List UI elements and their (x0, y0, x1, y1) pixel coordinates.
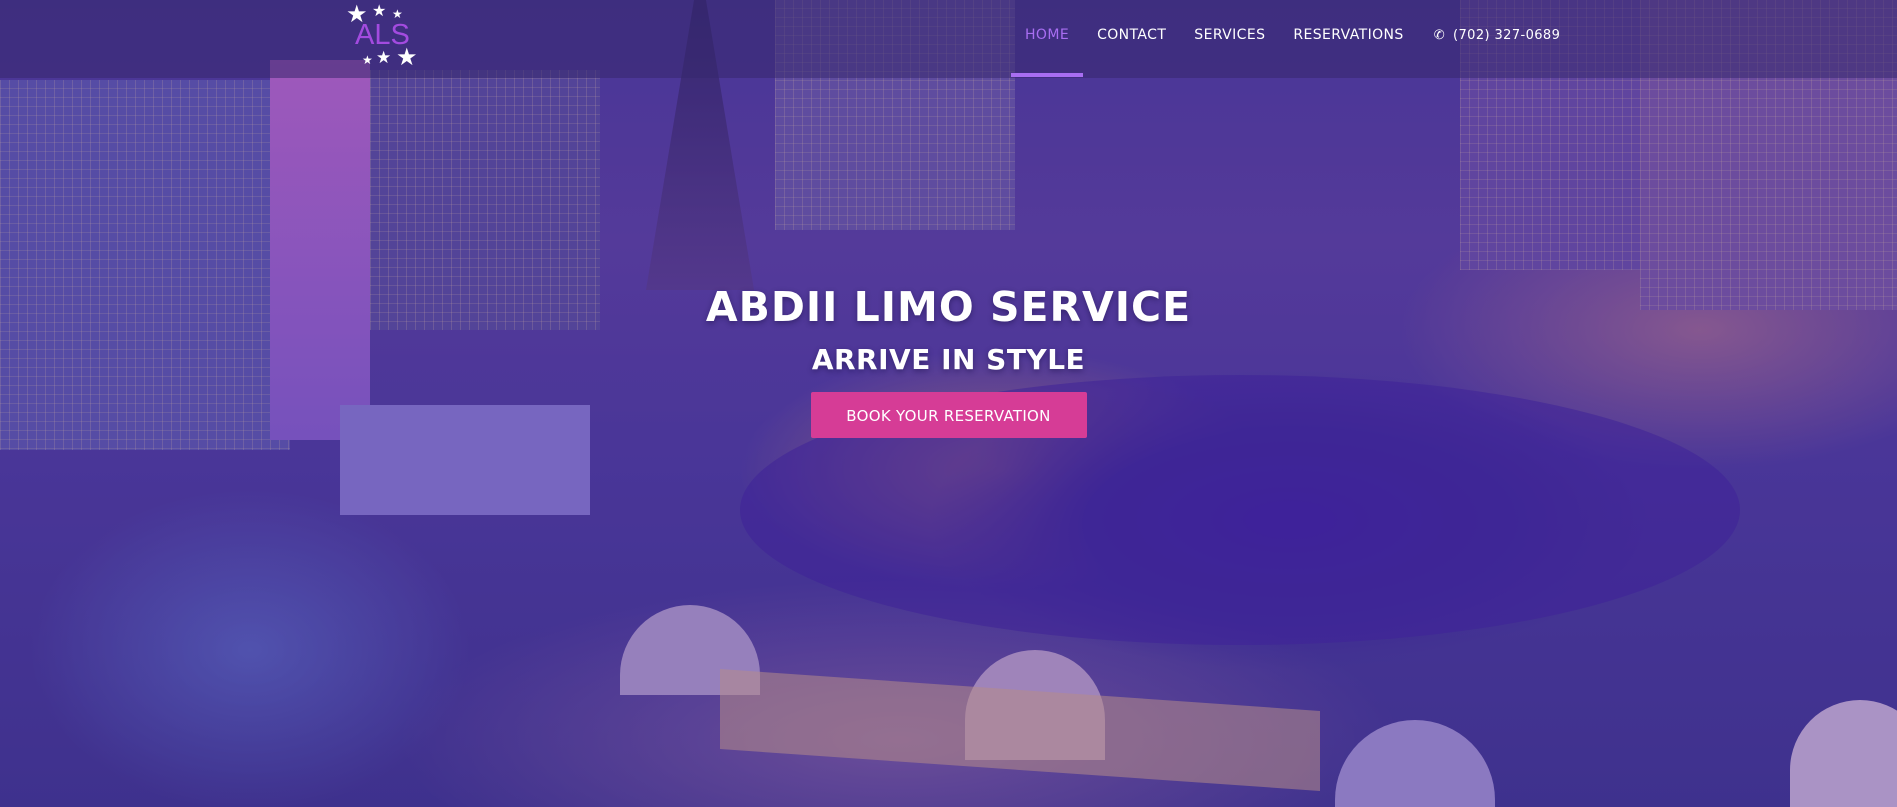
site-header: ★ ★ ★ ALS ★ ★ ★ HOME CONTACT SERVICES RE… (0, 0, 1897, 78)
hero-title: ABDII LIMO SERVICE (705, 283, 1192, 331)
logo-star-icon: ★ (376, 48, 392, 68)
page: ★ ★ ★ ALS ★ ★ ★ HOME CONTACT SERVICES RE… (0, 0, 1897, 807)
hero-subtitle: ARRIVE IN STYLE (811, 343, 1086, 376)
logo-star-icon: ★ (396, 43, 418, 71)
main-nav: HOME CONTACT SERVICES RESERVATIONS ✆ (70… (1011, 0, 1574, 78)
nav-item-services[interactable]: SERVICES (1180, 0, 1279, 70)
phone-icon: ✆ (1433, 27, 1445, 43)
site-logo[interactable]: ★ ★ ★ ALS ★ ★ ★ (346, 2, 420, 70)
nav-phone-link[interactable]: ✆ (702) 327-0689 (1418, 0, 1575, 70)
nav-item-contact[interactable]: CONTACT (1083, 0, 1180, 70)
logo-star-icon: ★ (362, 53, 373, 67)
nav-item-home[interactable]: HOME (1011, 0, 1084, 77)
book-reservation-button[interactable]: BOOK YOUR RESERVATION (810, 392, 1087, 438)
logo-star-icon: ★ (372, 1, 387, 20)
phone-number: (702) 327-0689 (1453, 27, 1561, 43)
hero-content: ABDII LIMO SERVICE ARRIVE IN STYLE BOOK … (0, 283, 1897, 438)
nav-item-reservations[interactable]: RESERVATIONS (1279, 0, 1417, 70)
